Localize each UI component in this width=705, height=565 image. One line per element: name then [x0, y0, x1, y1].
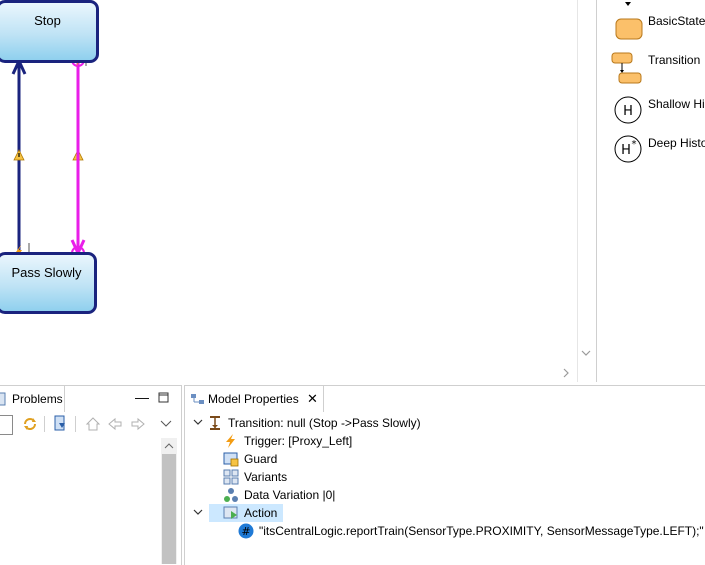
problems-view: Problems — — [0, 385, 182, 565]
tree-label: Guard — [244, 452, 278, 466]
palette: BasicState Transition H Shallow His H * … — [596, 0, 705, 382]
svg-text:*: * — [632, 139, 637, 150]
tab-label: Model Properties — [208, 392, 299, 406]
sync-icon[interactable] — [22, 416, 38, 432]
tree-label: Transition: null (Stop ->Pass Slowly) — [228, 416, 421, 430]
scroll-up-icon[interactable] — [164, 442, 174, 450]
palette-item-shallow-history[interactable]: H Shallow His — [597, 94, 705, 126]
scrollbar-thumb[interactable] — [162, 454, 176, 564]
view-menu-icon[interactable] — [160, 420, 172, 428]
tab-label: Problems — [12, 392, 63, 406]
minimize-icon[interactable]: — — [135, 390, 149, 404]
transition-icon — [210, 416, 220, 430]
svg-text:H: H — [621, 143, 631, 158]
palette-item-deep-history[interactable]: H * Deep Histo — [597, 133, 705, 165]
tree-label: Trigger: [Proxy_Left] — [244, 434, 353, 448]
tree-label: Action — [244, 506, 278, 520]
back-icon[interactable] — [107, 416, 123, 432]
filter-input[interactable] — [0, 415, 13, 435]
palette-item-basicstate[interactable]: BasicState — [597, 12, 705, 42]
properties-icon — [191, 394, 204, 404]
scroll-down-icon[interactable] — [578, 0, 596, 382]
chevron-down-icon[interactable] — [193, 419, 203, 427]
diagram-canvas[interactable]: Stop Pass Slowly — [0, 0, 577, 382]
palette-item-transition[interactable]: Transition — [597, 50, 705, 86]
scroll-right-icon[interactable] — [563, 368, 569, 378]
arrow-down-icon — [625, 2, 631, 6]
tree-label: "itsCentralLogic.reportTrain(SensorType.… — [259, 524, 704, 538]
vertical-scrollbar[interactable] — [577, 0, 596, 382]
palette-item-label: Transition — [648, 53, 701, 67]
tab-model-properties[interactable]: Model Properties ✕ — [185, 386, 324, 412]
home-icon[interactable] — [85, 416, 101, 432]
forward-icon[interactable] — [130, 416, 146, 432]
state-label: Pass Slowly — [11, 265, 82, 280]
close-icon[interactable]: ✕ — [307, 386, 318, 412]
data-variation-icon — [224, 488, 238, 502]
transition-icon — [611, 52, 642, 84]
svg-text:H: H — [623, 104, 633, 119]
state-stop[interactable]: Stop — [0, 0, 99, 63]
collapse-icon[interactable] — [53, 415, 69, 433]
model-properties-view: Model Properties ✕ Transition: null (Sto… — [184, 385, 705, 565]
chevron-down-icon[interactable] — [193, 509, 203, 517]
shallow-history-icon: H — [614, 96, 642, 124]
palette-item-label: Shallow His — [648, 97, 705, 111]
guard-icon — [223, 452, 239, 467]
basic-state-icon — [615, 18, 643, 40]
state-pass-slowly[interactable]: Pass Slowly — [0, 252, 97, 314]
code-hash-icon: # — [238, 523, 254, 539]
variants-icon — [223, 469, 239, 485]
vertical-scrollbar[interactable] — [161, 438, 177, 564]
deep-history-icon: H * — [614, 135, 642, 163]
toolbar-separator — [44, 416, 45, 432]
tree-label: Variants — [244, 470, 288, 484]
palette-item-label: Deep Histo — [648, 136, 705, 150]
toolbar-separator — [75, 416, 76, 432]
warning-icon — [13, 149, 25, 161]
tree-label: Data Variation |0| — [244, 488, 336, 502]
svg-text:#: # — [241, 525, 250, 538]
maximize-icon[interactable] — [158, 392, 170, 404]
state-label: Stop — [34, 13, 61, 28]
palette-item-label: BasicState — [648, 14, 705, 28]
trigger-bolt-icon — [226, 434, 235, 448]
action-icon — [223, 506, 238, 519]
tree-row-action[interactable]: Action — [193, 504, 283, 522]
tab-problems[interactable]: Problems — [0, 386, 65, 412]
problems-icon — [0, 392, 6, 406]
